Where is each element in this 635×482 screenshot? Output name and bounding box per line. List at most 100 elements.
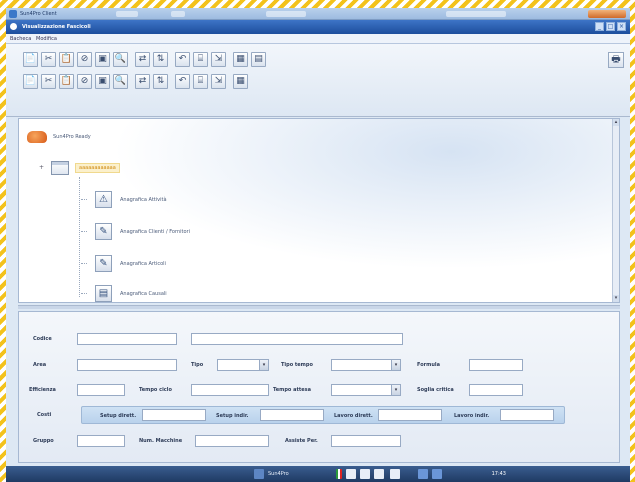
print-icon[interactable]: 🖶 [608, 52, 624, 68]
edit-icon: ✎ [95, 223, 112, 240]
swap-icon[interactable]: ⇄ [135, 52, 150, 67]
sort-icon[interactable]: ⇅ [153, 52, 168, 67]
tipo-select[interactable]: ▾ [217, 359, 269, 371]
language-flag-icon[interactable] [336, 469, 342, 479]
tree-item-label: Anagrafica Clienti / Fornitori [120, 228, 190, 235]
search-icon[interactable]: 🔍 [113, 74, 128, 89]
tree-item-causali[interactable]: ▤ Anagrafica Causali [81, 285, 167, 302]
export-icon[interactable]: ⇲ [211, 74, 226, 89]
document-icon: ▤ [95, 285, 112, 302]
grid-icon[interactable]: ▦ [233, 74, 248, 89]
lavoro-diretto-field[interactable] [378, 409, 442, 421]
efficienza-label: Efficienza [29, 387, 56, 393]
expand-icon[interactable]: + [39, 165, 45, 171]
search-icon[interactable]: 🔍 [113, 52, 128, 67]
tempo-ciclo-field[interactable] [191, 384, 269, 396]
tipo-tempo-select[interactable]: ▾ [331, 359, 401, 371]
tree-branch [81, 263, 87, 264]
lavoro-indiretto-field[interactable] [500, 409, 554, 421]
menu-item-bacheca[interactable]: Bacheca [10, 36, 31, 42]
setup-indiretto-label: Setup indir. [216, 413, 249, 419]
keyboard-icon[interactable]: ⌸ [193, 52, 208, 67]
undo-icon[interactable]: ↶ [175, 52, 190, 67]
tree-item-attivita[interactable]: ⚠ Anagrafica Attività [81, 191, 167, 208]
app-titlebar[interactable]: Visualizzazione Fascicoli _ □ × [6, 20, 630, 34]
assiste-per-label: Assiste Per. [285, 438, 318, 444]
cancel-icon[interactable]: ⊘ [77, 52, 92, 67]
chevron-down-icon: ▾ [391, 360, 400, 370]
os-window-controls[interactable] [588, 10, 626, 18]
toolbar-area: 📄 ✂ 📋 ⊘ ▣ 🔍 ⇄ ⇅ ↶ ⌸ ⇲ ▦ ▤ 📄 ✂ 📋 ⊘ ▣ 🔍 ⇄ … [6, 44, 630, 117]
tray-icon[interactable] [346, 469, 356, 479]
copy-icon[interactable]: 📋 [59, 52, 74, 67]
os-window-titlebar[interactable]: Sun4Pro Client [6, 8, 630, 20]
view-icon[interactable]: ▣ [95, 74, 110, 89]
descrizione-field[interactable] [191, 333, 403, 345]
setup-diretto-field[interactable] [142, 409, 206, 421]
tree-folder-label: aaaaaaaaaaaa [75, 163, 120, 173]
tray-icon[interactable] [374, 469, 384, 479]
codice-field[interactable] [77, 333, 177, 345]
costi-group: Setup dirett. Setup indir. Lavoro dirett… [81, 406, 565, 424]
menu-item-modifica[interactable]: Modifica [36, 36, 57, 42]
grid-icon[interactable]: ▦ [233, 52, 248, 67]
root-logo-icon [27, 131, 47, 143]
tray-icon[interactable] [432, 469, 442, 479]
tree-root[interactable]: Sun4Pro Ready [27, 131, 91, 143]
tree-item-clienti[interactable]: ✎ Anagrafica Clienti / Fornitori [81, 223, 190, 240]
panel-splitter[interactable] [18, 305, 620, 309]
lavoro-diretto-label: Lavoro dirett. [334, 413, 373, 419]
tab-ghost [116, 11, 138, 17]
vertical-scrollbar[interactable]: ▴ ▾ [612, 119, 619, 302]
keyboard-icon[interactable]: ⌸ [193, 74, 208, 89]
setup-indiretto-field[interactable] [260, 409, 324, 421]
efficienza-field[interactable] [77, 384, 125, 396]
detail-form: Codice Area Tipo ▾ Tipo tempo ▾ Formula … [18, 311, 620, 463]
tree-item-articoli[interactable]: ✎ Anagrafica Articoli [81, 255, 166, 272]
new-document-icon[interactable]: 📄 [23, 74, 38, 89]
tray-icon[interactable] [390, 469, 400, 479]
area-label: Area [33, 362, 47, 368]
tree-folder[interactable]: + aaaaaaaaaaaa [39, 161, 120, 175]
minimize-button[interactable]: _ [595, 22, 604, 31]
tray-icon[interactable] [360, 469, 370, 479]
warning-icon: ⚠ [95, 191, 112, 208]
list-icon[interactable]: ▤ [251, 52, 266, 67]
tempo-ciclo-label: Tempo ciclo [139, 387, 172, 393]
formula-label: Formula [417, 362, 440, 368]
soglia-critica-field[interactable] [469, 384, 523, 396]
lavoro-indiretto-label: Lavoro indir. [454, 413, 490, 419]
tray-icon[interactable] [418, 469, 428, 479]
new-document-icon[interactable]: 📄 [23, 52, 38, 67]
area-field[interactable] [77, 359, 177, 371]
maximize-button[interactable]: □ [606, 22, 615, 31]
cut-icon[interactable]: ✂ [41, 74, 56, 89]
copy-icon[interactable]: 📋 [59, 74, 74, 89]
assiste-per-field[interactable] [331, 435, 401, 447]
tipo-label: Tipo [191, 362, 204, 368]
tempo-attesa-select[interactable]: ▾ [331, 384, 401, 396]
scroll-up-icon[interactable]: ▴ [613, 119, 619, 126]
close-button[interactable]: × [617, 22, 626, 31]
app-title: Visualizzazione Fascicoli [22, 24, 91, 30]
cancel-icon[interactable]: ⊘ [77, 74, 92, 89]
taskbar-app-label[interactable]: Sun4Pro [268, 471, 289, 477]
tree-item-label: Anagrafica Causali [120, 290, 167, 297]
toolbar-row-1: 📄 ✂ 📋 ⊘ ▣ 🔍 ⇄ ⇅ ↶ ⌸ ⇲ ▦ ▤ [23, 52, 266, 70]
undo-icon[interactable]: ↶ [175, 74, 190, 89]
gruppo-field[interactable] [77, 435, 125, 447]
sort-icon[interactable]: ⇅ [153, 74, 168, 89]
scroll-down-icon[interactable]: ▾ [613, 295, 619, 302]
gruppo-label: Gruppo [33, 438, 54, 444]
start-icon[interactable] [254, 469, 264, 479]
soglia-critica-label: Soglia critica [417, 387, 454, 393]
chevron-down-icon: ▾ [391, 385, 400, 395]
cut-icon[interactable]: ✂ [41, 52, 56, 67]
view-icon[interactable]: ▣ [95, 52, 110, 67]
num-macchine-field[interactable] [195, 435, 269, 447]
formula-field[interactable] [469, 359, 523, 371]
swap-icon[interactable]: ⇄ [135, 74, 150, 89]
tree-branch [81, 231, 87, 232]
clock: 17:43 [491, 471, 506, 477]
export-icon[interactable]: ⇲ [211, 52, 226, 67]
